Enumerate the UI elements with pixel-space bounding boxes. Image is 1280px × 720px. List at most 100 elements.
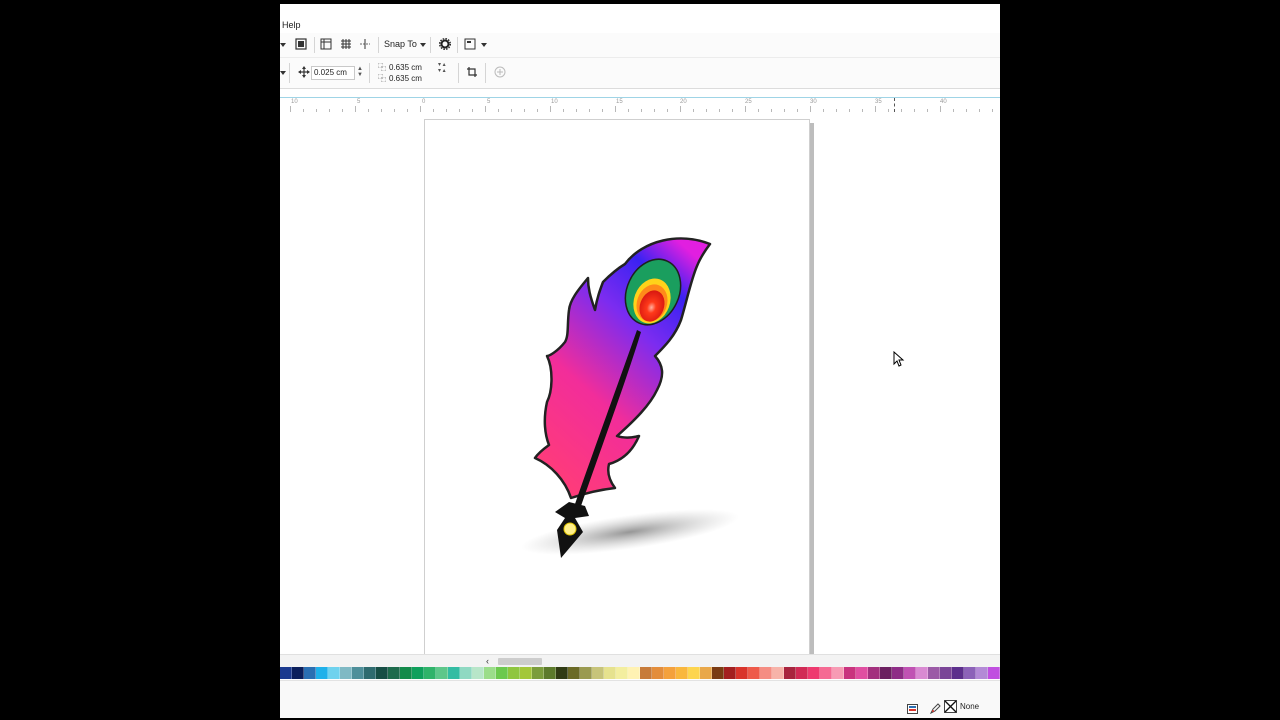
color-swatch[interactable] (856, 667, 868, 679)
ruler-cursor-marker (894, 98, 896, 112)
color-swatch[interactable] (472, 667, 484, 679)
color-swatch[interactable] (280, 667, 292, 679)
color-swatch[interactable] (868, 667, 880, 679)
color-swatch[interactable] (748, 667, 760, 679)
color-swatch[interactable] (952, 667, 964, 679)
outline-pen-icon[interactable] (929, 701, 941, 715)
color-swatch[interactable] (340, 667, 352, 679)
horizontal-ruler[interactable]: 10 5 0 5 10 15 20 25 30 35 40 (280, 97, 1000, 113)
color-swatch[interactable] (532, 667, 544, 679)
color-swatch[interactable] (712, 667, 724, 679)
show-rulers-icon[interactable] (319, 38, 333, 52)
nudge-distance-field[interactable]: 0.025 cm (311, 66, 355, 80)
launcher-caret-icon[interactable] (481, 43, 487, 47)
color-swatch[interactable] (964, 667, 976, 679)
color-swatch[interactable] (892, 667, 904, 679)
color-swatch[interactable] (916, 667, 928, 679)
color-swatch[interactable] (844, 667, 856, 679)
drawing-canvas[interactable] (280, 112, 1000, 655)
ruler-label: 5 (357, 99, 361, 105)
color-swatch[interactable] (508, 667, 520, 679)
ruler-label: 35 (875, 99, 882, 105)
color-swatch[interactable] (328, 667, 340, 679)
color-swatch[interactable] (832, 667, 844, 679)
toolbar-separator (485, 63, 486, 83)
toolbar-separator (369, 63, 370, 83)
color-swatch[interactable] (664, 667, 676, 679)
fill-color-icon[interactable] (907, 701, 918, 714)
nudge-distance-value: 0.025 cm (314, 68, 347, 77)
color-swatch[interactable] (772, 667, 784, 679)
color-swatch[interactable] (976, 667, 988, 679)
color-swatch[interactable] (448, 667, 460, 679)
color-swatch[interactable] (724, 667, 736, 679)
show-grid-icon[interactable] (339, 38, 353, 52)
color-swatch[interactable] (784, 667, 796, 679)
options-gear-icon[interactable] (438, 37, 452, 52)
color-swatch[interactable] (688, 667, 700, 679)
color-swatch[interactable] (676, 667, 688, 679)
dropdown-caret-icon[interactable] (280, 71, 286, 75)
color-swatch[interactable] (640, 667, 652, 679)
nudge-spinner[interactable]: ▲ ▼ (357, 66, 363, 78)
color-swatch[interactable] (376, 667, 388, 679)
snap-to-dropdown[interactable]: Snap To (384, 39, 417, 49)
color-swatch[interactable] (880, 667, 892, 679)
dropdown-caret-icon[interactable] (280, 43, 286, 47)
document-page[interactable] (424, 119, 810, 655)
add-icon[interactable] (493, 66, 507, 80)
color-swatch[interactable] (316, 667, 328, 679)
color-swatch[interactable] (436, 667, 448, 679)
color-swatch[interactable] (904, 667, 916, 679)
color-swatch[interactable] (628, 667, 640, 679)
feather-pen-artwork[interactable] (425, 120, 811, 656)
scroll-thumb[interactable] (498, 658, 542, 665)
snap-to-caret-icon[interactable] (420, 43, 426, 47)
application-launcher-icon[interactable] (463, 38, 477, 52)
show-guidelines-icon[interactable] (358, 38, 372, 52)
color-swatch[interactable] (304, 667, 316, 679)
color-swatch[interactable] (484, 667, 496, 679)
color-swatch[interactable] (604, 667, 616, 679)
color-swatch[interactable] (592, 667, 604, 679)
color-swatch[interactable] (292, 667, 304, 679)
no-outline-icon[interactable] (944, 700, 957, 713)
color-swatch[interactable] (940, 667, 952, 679)
color-swatch[interactable] (736, 667, 748, 679)
color-swatch[interactable] (364, 667, 376, 679)
duplicate-distance-y-field[interactable]: 0.635 cm (387, 73, 437, 84)
menu-help[interactable]: Help (282, 20, 301, 30)
color-swatch[interactable] (652, 667, 664, 679)
color-swatch[interactable] (820, 667, 832, 679)
color-swatch[interactable] (496, 667, 508, 679)
duplicate-x-value: 0.635 cm (389, 63, 422, 72)
color-swatch[interactable] (580, 667, 592, 679)
color-swatch[interactable] (808, 667, 820, 679)
horizontal-scrollbar[interactable]: ‹ (280, 654, 1000, 667)
color-swatch[interactable] (700, 667, 712, 679)
color-swatch[interactable] (568, 667, 580, 679)
toolbar-separator (458, 63, 459, 83)
toolbar-separator (289, 63, 290, 83)
color-swatch[interactable] (544, 667, 556, 679)
scroll-left-icon[interactable]: ‹ (486, 655, 489, 667)
color-swatch[interactable] (388, 667, 400, 679)
color-swatch[interactable] (520, 667, 532, 679)
color-swatch[interactable] (796, 667, 808, 679)
duplicate-spinner-caret[interactable]: ▾ ▴ ▾ ▴ (438, 62, 446, 74)
full-screen-preview-icon[interactable] (294, 38, 308, 52)
color-swatch[interactable] (616, 667, 628, 679)
color-swatch[interactable] (988, 667, 1000, 679)
color-swatch[interactable] (928, 667, 940, 679)
color-swatch[interactable] (352, 667, 364, 679)
color-swatch[interactable] (460, 667, 472, 679)
color-swatch[interactable] (400, 667, 412, 679)
duplicate-distance-x-field[interactable]: 0.635 cm (387, 62, 437, 73)
color-swatch[interactable] (424, 667, 436, 679)
color-swatch[interactable] (760, 667, 772, 679)
ruler-label: 25 (745, 99, 752, 105)
ruler-label: 15 (616, 99, 623, 105)
treat-as-filled-icon[interactable] (465, 66, 479, 80)
color-swatch[interactable] (412, 667, 424, 679)
color-swatch[interactable] (556, 667, 568, 679)
